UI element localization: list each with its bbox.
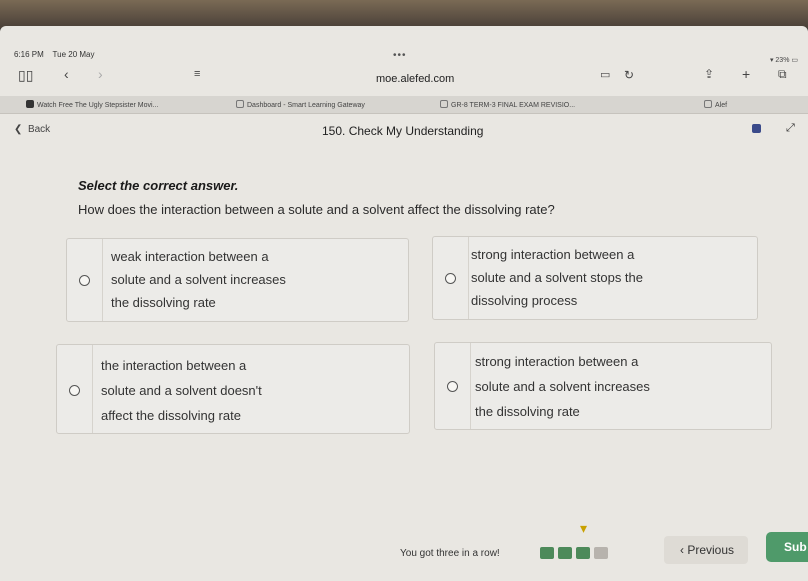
question-text: How does the interaction between a solut… (78, 202, 555, 217)
tabs-overview-icon[interactable]: ⧉ (778, 68, 787, 80)
status-time: 6:16 PM (14, 50, 44, 59)
tab-label: Watch Free The Ugly Stepsister Movi... (37, 102, 159, 109)
battery-indicator: ▾ 23% ▭ (770, 56, 798, 64)
mascot-icon: ▾ (580, 520, 588, 536)
option-text: strong interaction between a solute and … (475, 354, 650, 419)
streak-checks (540, 546, 612, 564)
tab-alef[interactable]: Alef (704, 100, 727, 109)
translate-icon[interactable]: ▭ (600, 70, 610, 81)
radio-cell (57, 345, 93, 433)
tab-favicon-icon (26, 100, 34, 108)
check-empty-icon (594, 547, 608, 559)
option-text: strong interaction between a solute and … (471, 247, 644, 308)
tab-label: Dashboard - Smart Learning Gateway (247, 102, 365, 109)
back-link[interactable]: ❮ Back (14, 124, 50, 135)
expand-icon[interactable]: ⤢ (786, 122, 795, 135)
option-text: the interaction between a solute and a s… (101, 358, 262, 423)
chevron-left-icon: ‹ (680, 543, 684, 557)
option-text: weak interaction between a solute and a … (111, 249, 286, 310)
wifi-icon: ▾ (769, 57, 774, 64)
previous-label: Previous (687, 543, 735, 557)
answer-option-3[interactable]: the interaction between a solute and a s… (56, 344, 410, 434)
more-dots-icon[interactable]: ••• (393, 50, 407, 61)
check-icon (576, 547, 590, 559)
device-frame (0, 0, 808, 28)
back-label: Back (27, 124, 51, 135)
status-bar: 6:16 PM Tue 20 May (14, 50, 95, 59)
answer-option-2[interactable]: strong interaction between a solute and … (432, 236, 758, 320)
battery-percent: 23% (775, 57, 790, 64)
previous-button[interactable]: ‹ Previous (664, 536, 748, 564)
reader-icon[interactable]: ≡ (194, 69, 200, 80)
tab-bar: Watch Free The Ugly Stepsister Movi... D… (0, 96, 808, 114)
radio-button[interactable] (445, 273, 456, 284)
radio-button[interactable] (447, 381, 458, 392)
reload-icon[interactable]: ↻ (624, 69, 634, 81)
check-icon (558, 547, 572, 559)
submit-label: Sub (784, 540, 807, 554)
chevron-left-icon: ❮ (14, 124, 23, 135)
status-date: Tue 20 May (52, 50, 95, 59)
radio-cell (433, 237, 469, 319)
battery-icon: ▭ (791, 57, 798, 64)
answer-option-1[interactable]: weak interaction between a solute and a … (66, 238, 409, 322)
tab-watch[interactable]: Watch Free The Ugly Stepsister Movi... (26, 100, 158, 109)
url-field[interactable]: moe.alefed.com (376, 73, 454, 85)
tab-favicon-icon (236, 100, 244, 108)
sidebar-icon[interactable]: ▯▯ (18, 68, 33, 82)
tab-dashboard[interactable]: Dashboard - Smart Learning Gateway (236, 100, 365, 109)
tab-favicon-icon (704, 100, 712, 108)
tab-favicon-icon (440, 100, 448, 108)
answer-option-4[interactable]: strong interaction between a solute and … (434, 342, 772, 430)
check-icon (540, 547, 554, 559)
chat-icon[interactable] (752, 124, 761, 133)
radio-cell (67, 239, 103, 321)
radio-button[interactable] (79, 275, 90, 286)
forward-arrow-icon[interactable]: › (98, 67, 103, 81)
radio-cell (435, 343, 471, 429)
streak-text: You got three in a row! (400, 548, 500, 559)
submit-button[interactable]: Sub (766, 532, 808, 562)
page-title: 150. Check My Understanding (322, 124, 484, 138)
back-arrow-icon[interactable]: ‹ (64, 67, 69, 81)
tab-exam-revision[interactable]: GR-8 TERM-3 FINAL EXAM REVISIO... (440, 100, 575, 109)
radio-button[interactable] (69, 385, 80, 396)
new-tab-icon[interactable]: + (742, 67, 750, 81)
browser-screen: 6:16 PM Tue 20 May ••• ▾ 23% ▭ ▯▯ ‹ › ≡ … (0, 26, 808, 581)
share-icon[interactable]: ⇪ (704, 68, 714, 80)
question-instruction: Select the correct answer. (78, 178, 239, 193)
tab-label: GR-8 TERM-3 FINAL EXAM REVISIO... (451, 102, 576, 109)
tab-label: Alef (715, 102, 728, 109)
